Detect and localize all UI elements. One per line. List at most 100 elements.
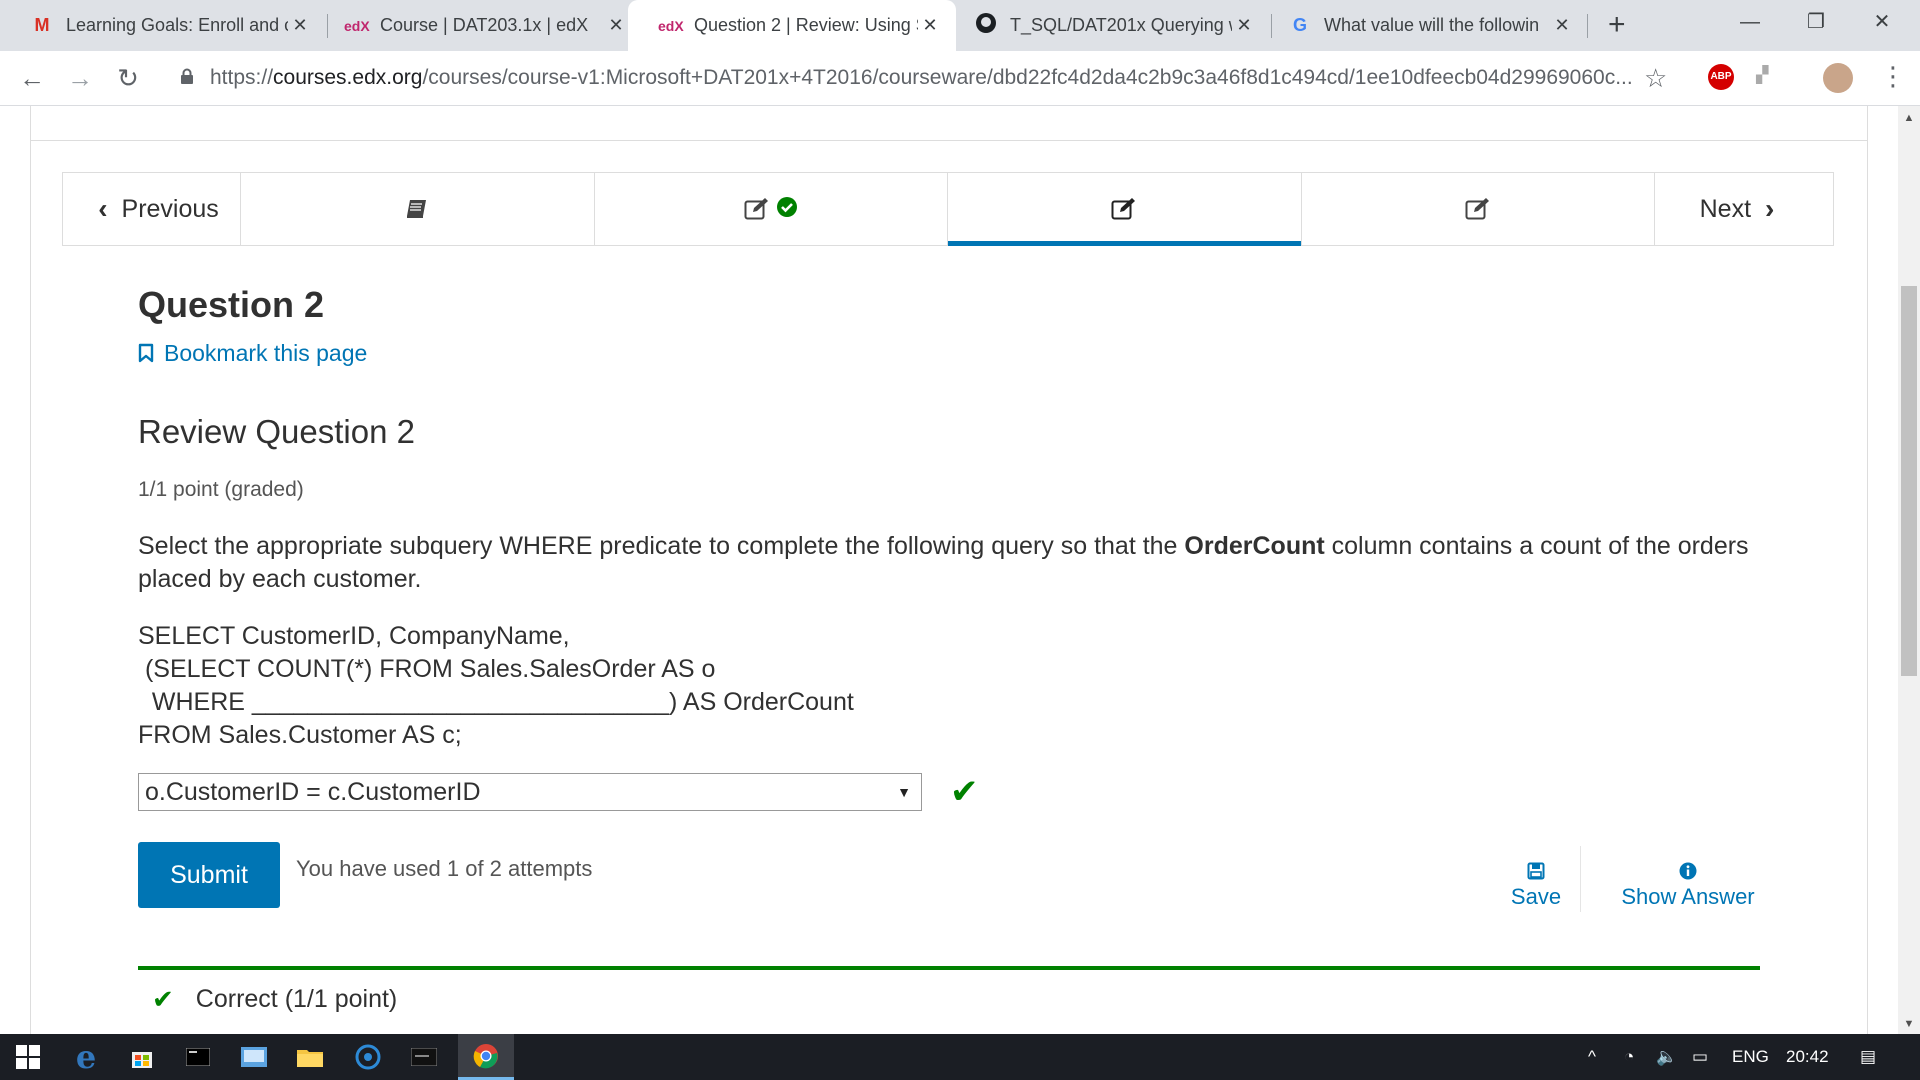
google-icon: G <box>1292 15 1307 35</box>
selected-option: o.CustomerID = c.CustomerID <box>145 777 481 806</box>
language-indicator[interactable]: ENG <box>1732 1034 1769 1080</box>
edx-icon: edX <box>344 17 370 34</box>
save-icon <box>1527 862 1545 880</box>
clock[interactable]: 20:42 <box>1786 1034 1829 1080</box>
reload-icon[interactable]: ↻ <box>110 60 146 96</box>
scrollbar-thumb[interactable] <box>1901 286 1917 676</box>
forward-arrow-icon[interactable]: → <box>62 60 98 96</box>
code-line: FROM Sales.Customer AS c; <box>138 721 462 749</box>
show-answer-label: Show Answer <box>1621 884 1755 909</box>
browser-toolbar: ← → ↻ https://courses.edx.org/courses/co… <box>0 51 1920 106</box>
close-icon[interactable]: ✕ <box>918 15 942 36</box>
lock-icon <box>180 68 196 88</box>
control-panel-icon[interactable] <box>226 1034 282 1080</box>
problem-content: Question 2 Bookmark this page Review Que… <box>138 282 1758 912</box>
close-icon[interactable]: ✕ <box>288 15 312 36</box>
edit-icon <box>744 198 770 220</box>
book-icon <box>405 198 429 220</box>
browser-tab[interactable]: M Learning Goals: Enroll and c ✕ <box>0 0 326 51</box>
back-arrow-icon[interactable]: ← <box>14 60 50 96</box>
attempts-text: You have used 1 of 2 attempts <box>296 856 593 881</box>
check-icon: ✔ <box>152 984 174 1014</box>
close-icon[interactable]: ✕ <box>1232 15 1256 36</box>
address-bar[interactable]: https://courses.edx.org/courses/course-v… <box>160 58 1680 98</box>
bookmark-label: Bookmark this page <box>164 339 368 366</box>
problem-title: Review Question 2 <box>138 413 415 450</box>
browser-tab[interactable]: G What value will the followin ✕ <box>1258 0 1588 51</box>
tab-title: T_SQL/DAT201x Querying w <box>1010 15 1232 35</box>
edit-icon <box>1465 198 1491 220</box>
dropdown-arrow-icon: ▼ <box>897 784 911 800</box>
next-button[interactable]: Next › <box>1655 173 1833 245</box>
github-icon <box>974 12 998 39</box>
store-icon[interactable] <box>114 1034 170 1080</box>
console-app-icon[interactable] <box>396 1034 452 1080</box>
answer-row: o.CustomerID = c.CustomerID ▼ ✔ <box>138 772 1758 812</box>
previous-button[interactable]: ‹ Previous <box>63 173 241 245</box>
bookmark-button[interactable]: Bookmark this page <box>138 338 1758 368</box>
previous-label: Previous <box>121 194 219 223</box>
page-scrollbar[interactable]: ▲ ▼ <box>1898 106 1920 1034</box>
points-label: 1/1 point (graded) <box>138 478 304 501</box>
sql-query: SELECT CustomerID, CompanyName, (SELECT … <box>138 620 1758 752</box>
scroll-up-arrow-icon[interactable]: ▲ <box>1898 112 1920 124</box>
sequence-unit-tab[interactable] <box>1302 173 1655 245</box>
browser-tab-strip: M Learning Goals: Enroll and c ✕ edX Cou… <box>0 0 1920 51</box>
next-label: Next <box>1699 194 1752 223</box>
profile-avatar[interactable] <box>1823 63 1853 93</box>
new-tab-button[interactable]: + <box>1608 8 1626 42</box>
answer-dropdown[interactable]: o.CustomerID = c.CustomerID ▼ <box>138 773 922 811</box>
code-line: WHERE ______________________________) AS… <box>138 688 854 716</box>
windows-start-icon[interactable] <box>0 1034 56 1080</box>
correct-check-icon: ✔ <box>950 773 979 811</box>
close-window-button[interactable]: ✕ <box>1852 0 1912 44</box>
submit-button[interactable]: Submit <box>138 842 280 908</box>
browser-tab[interactable]: edX Course | DAT203.1x | edX ✕ <box>314 0 642 51</box>
extension-icon[interactable]: ▞ <box>1756 65 1768 85</box>
status-text: Correct (1/1 point) <box>195 985 398 1013</box>
battery-icon[interactable]: ▭ <box>1692 1034 1708 1080</box>
tab-title: Question 2 | Review: Using S <box>694 15 918 35</box>
action-center-icon[interactable]: ▤ <box>1860 1034 1876 1080</box>
wifi-icon[interactable]: ◔ <box>1624 1034 1634 1080</box>
url-text: https://courses.edx.org/courses/course-v… <box>210 66 1633 89</box>
browser-tab-active[interactable]: edX Question 2 | Review: Using S ✕ <box>628 0 956 51</box>
bookmark-icon <box>138 343 154 363</box>
file-explorer-icon[interactable] <box>282 1034 338 1080</box>
windows-taskbar: e ^ ◔ 🔈 ▭ ENG 20:42 ▤ <box>0 1034 1920 1080</box>
volume-icon[interactable]: 🔈 <box>1656 1034 1677 1080</box>
edx-icon: edX <box>658 17 684 34</box>
gmail-icon: M <box>34 15 50 35</box>
info-icon <box>1679 862 1697 880</box>
adblock-extension-icon[interactable]: ABP <box>1708 64 1734 90</box>
restore-button[interactable]: ❐ <box>1786 0 1846 44</box>
app-icon[interactable] <box>340 1034 396 1080</box>
edge-browser-icon[interactable]: e <box>58 1034 114 1080</box>
browser-tab[interactable]: T_SQL/DAT201x Querying w ✕ <box>944 0 1270 51</box>
browser-menu-icon[interactable]: ⋮ <box>1880 61 1906 92</box>
sequence-navigation: ‹ Previous Next › <box>62 172 1834 246</box>
chrome-icon[interactable] <box>458 1034 514 1080</box>
page-title: Question 2 <box>138 284 325 325</box>
show-hidden-icons-icon[interactable]: ^ <box>1588 1034 1596 1080</box>
chevron-left-icon: ‹ <box>98 193 108 224</box>
page-viewport: ‹ Previous Next › Question 2 Bookmark th… <box>0 106 1898 1034</box>
close-icon[interactable]: ✕ <box>604 15 628 36</box>
minimize-button[interactable]: — <box>1720 0 1780 44</box>
sequence-unit-tab[interactable] <box>595 173 948 245</box>
completed-check-icon <box>776 196 798 223</box>
tab-title: Course | DAT203.1x | edX <box>380 15 589 35</box>
sequence-unit-tab-active[interactable] <box>948 173 1302 246</box>
code-line: (SELECT COUNT(*) FROM Sales.SalesOrder A… <box>138 655 716 683</box>
sequence-unit-tab[interactable] <box>241 173 595 245</box>
terminal-icon[interactable] <box>170 1034 226 1080</box>
tab-title: Learning Goals: Enroll and c <box>66 15 288 35</box>
problem-actions: Submit You have used 1 of 2 attempts Sav… <box>138 842 1758 912</box>
show-answer-button[interactable]: Show Answer <box>1608 862 1768 910</box>
code-line: SELECT CustomerID, CompanyName, <box>138 622 570 650</box>
correct-status-bar: ✔ Correct (1/1 point) <box>138 966 1760 1015</box>
bookmark-star-icon[interactable]: ☆ <box>1644 63 1667 94</box>
close-icon[interactable]: ✕ <box>1550 15 1574 36</box>
save-button[interactable]: Save <box>1496 862 1576 910</box>
scroll-down-arrow-icon[interactable]: ▼ <box>1898 1018 1920 1030</box>
